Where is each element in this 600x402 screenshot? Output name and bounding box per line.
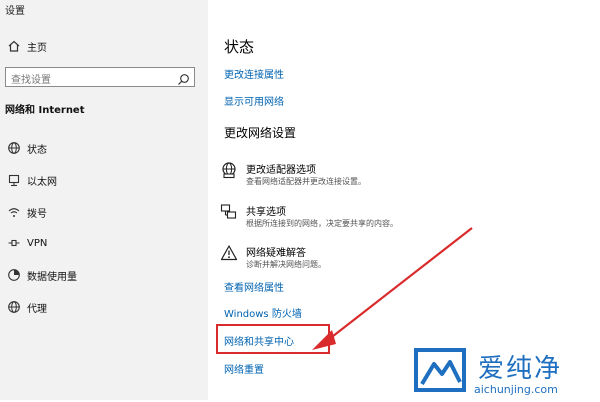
vpn-icon <box>6 235 22 251</box>
watermark-logo-icon <box>412 346 472 402</box>
network-troubleshooter-title: 网络疑难解答 <box>246 248 306 259</box>
watermark: 爱纯净 aichunjing.com <box>408 344 593 400</box>
proxy-globe-icon <box>6 299 22 315</box>
dialup-icon <box>6 204 22 220</box>
sidebar-item-label: 状态 <box>27 144 47 156</box>
sidebar-section-title: 网络和 Internet <box>5 105 85 116</box>
show-available-networks-link[interactable]: 显示可用网络 <box>224 93 284 108</box>
search-icon[interactable] <box>177 71 190 85</box>
warning-icon <box>220 244 238 262</box>
data-usage-icon <box>6 267 22 283</box>
window-title: 设置 <box>5 6 25 17</box>
sidebar-item-home[interactable]: 主页 <box>0 33 208 59</box>
sidebar-item-proxy[interactable]: 代理 <box>0 294 208 320</box>
sharing-options-title: 共享选项 <box>246 207 286 218</box>
change-network-settings-title: 更改网络设置 <box>224 126 297 140</box>
sharing-icon <box>220 203 238 221</box>
sharing-options-description: 根据所连接到的网络，决定要共享的内容。 <box>246 219 398 228</box>
globe-icon <box>6 140 22 156</box>
sidebar-item-status[interactable]: 状态 <box>0 135 208 161</box>
windows-firewall-link[interactable]: Windows 防火墙 <box>224 305 302 320</box>
sidebar-item-data-usage[interactable]: 数据使用量 <box>0 262 208 288</box>
network-troubleshooter-description: 诊断并解决网络问题。 <box>246 260 326 269</box>
sidebar: 设置 主页 网络和 Internet 状态 以太网 拨号 VP <box>0 0 208 400</box>
network-troubleshooter[interactable]: 网络疑难解答 诊断并解决网络问题。 <box>220 244 520 274</box>
sidebar-item-label: 拨号 <box>27 208 47 220</box>
highlight-box <box>216 324 330 354</box>
sidebar-item-ethernet[interactable]: 以太网 <box>0 167 208 193</box>
home-icon <box>6 38 22 54</box>
view-network-properties-link[interactable]: 查看网络属性 <box>224 279 284 294</box>
sidebar-item-label: 主页 <box>27 42 47 54</box>
page-title: 状态 <box>224 38 255 56</box>
sidebar-item-label: 代理 <box>27 303 47 315</box>
adapter-options-title: 更改适配器选项 <box>246 165 316 176</box>
network-reset-link[interactable]: 网络重置 <box>224 361 264 376</box>
watermark-title: 爱纯净 <box>478 354 563 384</box>
adapter-options-description: 查看网络适配器并更改连接设置。 <box>246 177 366 186</box>
sidebar-item-dialup[interactable]: 拨号 <box>0 199 208 225</box>
sidebar-item-label: VPN <box>27 237 48 249</box>
sidebar-item-vpn[interactable]: VPN <box>0 230 208 256</box>
sidebar-item-label: 以太网 <box>27 176 57 188</box>
change-connection-properties-link[interactable]: 更改连接属性 <box>224 66 284 81</box>
search-box[interactable] <box>5 67 195 90</box>
watermark-url: aichunjing.com <box>474 383 558 396</box>
sharing-options[interactable]: 共享选项 根据所连接到的网络，决定要共享的内容。 <box>220 203 520 233</box>
search-input[interactable] <box>6 71 171 90</box>
adapter-icon <box>220 161 238 179</box>
ethernet-icon <box>6 172 22 188</box>
sidebar-item-label: 数据使用量 <box>27 271 77 283</box>
adapter-options[interactable]: 更改适配器选项 查看网络适配器并更改连接设置。 <box>220 161 520 191</box>
